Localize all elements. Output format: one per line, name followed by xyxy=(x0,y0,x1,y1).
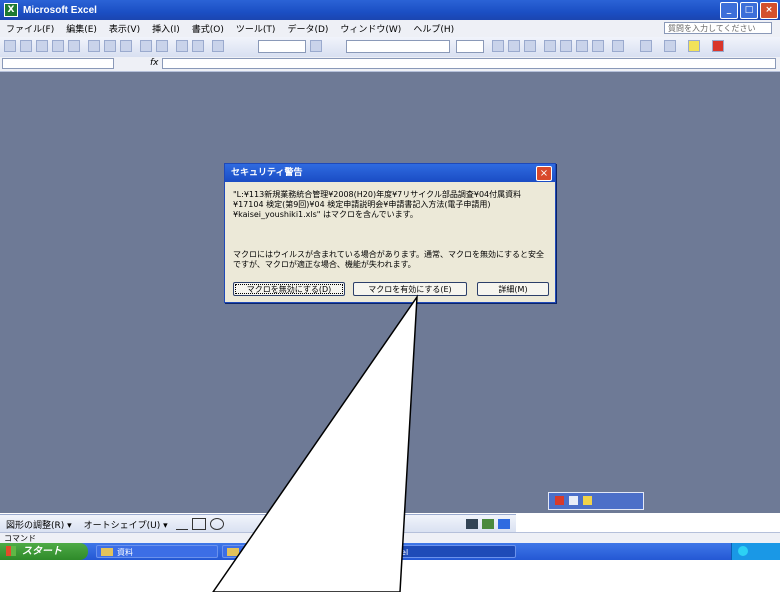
callout-wedge xyxy=(212,294,418,592)
callout-pointer xyxy=(212,294,418,592)
